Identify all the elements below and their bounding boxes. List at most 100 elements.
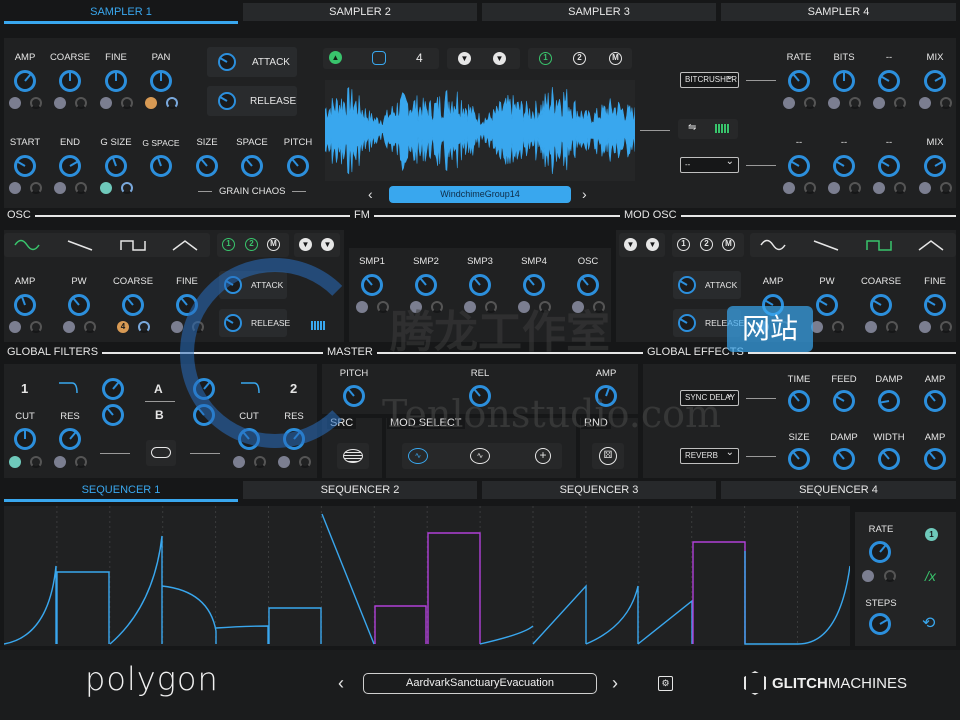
tab-sequencer-2[interactable]: SEQUENCER 2 (243, 481, 477, 499)
sampler-gsize-knob[interactable] (105, 155, 127, 177)
sampler-end-knob[interactable] (59, 155, 81, 177)
sampler-end-mod-dot[interactable] (54, 182, 66, 194)
filter-2-shape-icon[interactable] (240, 380, 260, 394)
effect-amp-knob[interactable] (924, 390, 946, 412)
mode-m-button[interactable]: M (609, 52, 622, 65)
sampler-fx-select[interactable]: BITCRUSHER (680, 70, 739, 88)
effect-width-knob[interactable] (878, 448, 900, 470)
sampler-pitch-knob[interactable] (287, 155, 309, 177)
osc-amp-knob[interactable] (14, 294, 36, 316)
fx-empty1-mod-ring[interactable] (894, 97, 906, 109)
sampler-start-mod-ring[interactable] (30, 182, 42, 194)
seq-rate-knob[interactable] (869, 541, 891, 563)
osc-pw-mod-dot[interactable] (63, 321, 75, 333)
mod-square-wave-icon[interactable] (866, 238, 892, 252)
osc-attack-button[interactable]: ATTACK (219, 271, 287, 299)
src-button[interactable] (337, 443, 369, 469)
triangle-wave-icon[interactable] (172, 238, 198, 252)
osc-coarse-mod-ring[interactable] (138, 321, 150, 333)
effect-feed-knob[interactable] (833, 390, 855, 412)
fx-mix-mod-ring[interactable] (940, 97, 952, 109)
filter-1-shape-icon[interactable] (58, 380, 78, 394)
saw-wave-icon[interactable] (67, 238, 93, 252)
fm-smp2-knob[interactable] (415, 274, 437, 296)
tab-sequencer-1[interactable]: SEQUENCER 1 (4, 481, 238, 502)
mod-osc-coarse-mod-ring[interactable] (886, 321, 898, 333)
sampler-fine-mod-dot[interactable] (100, 97, 112, 109)
osc-release-knob[interactable] (224, 314, 242, 332)
mod-osc-fine-mod-ring[interactable] (940, 321, 952, 333)
sampler-amp-mod-dot[interactable] (9, 97, 21, 109)
fx-bits-mod-ring[interactable] (849, 97, 861, 109)
mod-osc-release-button[interactable]: RELEASE (673, 309, 744, 337)
mod-osc-pw-mod-ring[interactable] (832, 321, 844, 333)
preset-name-field[interactable]: AardvarkSanctuaryEvacuation (363, 673, 597, 694)
sampler-end-mod-ring[interactable] (75, 182, 87, 194)
fx-rate-knob[interactable] (788, 70, 810, 92)
fx2-mix-mod-ring[interactable] (940, 182, 952, 194)
sampler-coarse-knob[interactable] (59, 70, 81, 92)
mod-osc-filter-icon-a[interactable]: ▼ (624, 238, 637, 251)
filter-1-drive-knob[interactable] (102, 378, 124, 400)
mod-osc-coarse-mod-dot[interactable] (865, 321, 877, 333)
tab-sampler-4[interactable]: SAMPLER 4 (721, 3, 956, 21)
effect-damp-knob[interactable] (878, 390, 900, 412)
sampler-pan-mod-dot[interactable] (145, 97, 157, 109)
osc-amp-mod-ring[interactable] (30, 321, 42, 333)
sampler-gsize-mod-ring[interactable] (121, 182, 133, 194)
mod-osc-pw-knob[interactable] (816, 294, 838, 316)
sampler-attack-knob[interactable] (218, 53, 236, 71)
fx2-knob1-mod-ring[interactable] (804, 182, 816, 194)
mod-osc-filter-icon-b[interactable]: ▼ (646, 238, 659, 251)
filter-2-res-mod-dot[interactable] (278, 456, 290, 468)
fm-smp2-mod-dot[interactable] (410, 301, 422, 313)
tab-sampler-2[interactable]: SAMPLER 2 (243, 3, 477, 21)
mod-osc-amp-mod-dot[interactable] (757, 321, 769, 333)
filter-1-res-mod-ring[interactable] (75, 456, 87, 468)
filter-1-res-mod-dot[interactable] (54, 456, 66, 468)
osc-mode-1[interactable]: 1 (222, 238, 235, 251)
mod-select-lfo-icon[interactable]: ∿ (470, 448, 490, 464)
sample-prev-icon[interactable]: ‹ (368, 186, 373, 202)
osc-coarse-knob[interactable] (122, 294, 144, 316)
sampler-coarse-mod-ring[interactable] (75, 97, 87, 109)
sampler-amp-knob[interactable] (14, 70, 36, 92)
mod-triangle-wave-icon[interactable] (918, 238, 944, 252)
fm-smp4-mod-dot[interactable] (518, 301, 530, 313)
effect-time-knob[interactable] (788, 390, 810, 412)
seq-mode-1-icon[interactable]: 1 (925, 528, 938, 541)
sampler-fine-knob[interactable] (105, 70, 127, 92)
mod-saw-wave-icon[interactable] (813, 238, 839, 252)
mod-osc-fine-knob[interactable] (924, 294, 946, 316)
mode-1-button[interactable]: 1 (539, 52, 552, 65)
fx2-knob2-mod-ring[interactable] (849, 182, 861, 194)
mod-osc-mode-2[interactable]: 2 (700, 238, 713, 251)
seq-random-icon[interactable]: /x (925, 568, 936, 584)
filter-1-cut-mod-ring[interactable] (30, 456, 42, 468)
mod-osc-attack-button[interactable]: ATTACK (673, 271, 741, 299)
master-amp-knob[interactable] (595, 385, 617, 407)
effect-amp2-knob[interactable] (924, 448, 946, 470)
fm-smp4-knob[interactable] (523, 274, 545, 296)
fx2-knob2-mod-dot[interactable] (828, 182, 840, 194)
mod-osc-coarse-knob[interactable] (870, 294, 892, 316)
sampler-release-knob[interactable] (218, 92, 236, 110)
fm-osc-mod-dot[interactable] (572, 301, 584, 313)
master-rel-knob[interactable] (469, 385, 491, 407)
fm-smp2-mod-ring[interactable] (431, 301, 443, 313)
osc-coarse-mod-dot[interactable]: 4 (117, 321, 129, 333)
seq-rate-mod-ring[interactable] (884, 570, 896, 582)
filter-down-icon-a[interactable]: ▼ (458, 52, 471, 65)
mod-osc-amp-knob[interactable] (762, 294, 784, 316)
filter-2-res-mod-ring[interactable] (299, 456, 311, 468)
mod-osc-fine-mod-dot[interactable] (919, 321, 931, 333)
effect-2-select[interactable]: REVERB (680, 446, 739, 464)
fx2-knob3[interactable] (878, 155, 900, 177)
osc-fine-mod-ring[interactable] (192, 321, 204, 333)
fm-smp1-knob[interactable] (361, 274, 383, 296)
filter-2-mix-knob[interactable] (193, 404, 215, 426)
osc-fine-mod-dot[interactable] (171, 321, 183, 333)
filter-2-cut-mod-ring[interactable] (254, 456, 266, 468)
fx-swap-icon[interactable]: ⇋ (688, 122, 696, 133)
fx2-mix-mod-dot[interactable] (919, 182, 931, 194)
